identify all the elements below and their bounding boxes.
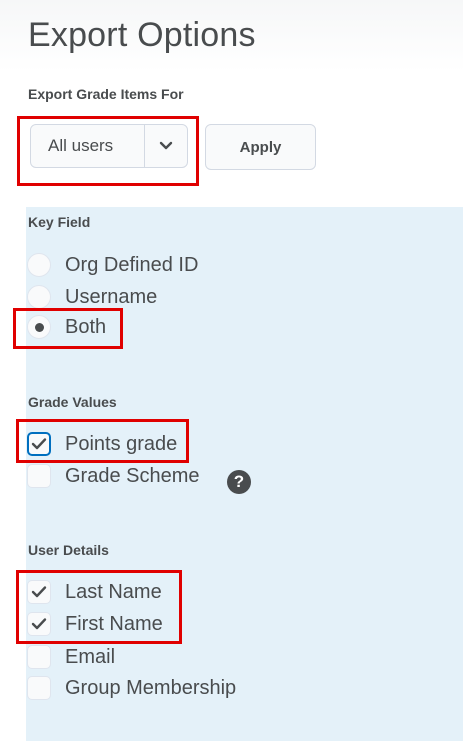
checkbox-label: Grade Scheme [65,464,200,487]
checkbox[interactable] [27,432,51,456]
checkmark-icon [31,586,47,598]
radio-both[interactable]: Both [27,313,106,341]
radio-selected-dot-icon [34,322,44,332]
checkbox-label: Last Name [65,580,162,603]
checkbox-group-membership[interactable]: Group Membership [27,674,236,702]
checkbox[interactable] [27,464,51,488]
checkmark-icon [31,438,47,450]
export-for-label: Export Grade Items For [28,86,184,102]
checkbox-email[interactable]: Email [27,643,115,671]
help-icon[interactable]: ? [227,470,251,494]
checkbox[interactable] [27,612,51,636]
checkbox-label: Group Membership [65,676,237,699]
key-field-label: Key Field [28,214,91,230]
export-for-select[interactable]: All users [30,124,188,168]
checkbox-grade-scheme[interactable]: Grade Scheme [27,462,200,490]
checkbox-first-name[interactable]: First Name [27,610,163,638]
checkbox-label: Points grade [65,432,178,455]
checkbox[interactable] [27,676,51,700]
radio-button[interactable] [27,315,51,339]
checkbox-label: First Name [65,612,163,635]
radio-username[interactable]: Username [27,283,157,311]
apply-button[interactable]: Apply [205,124,316,170]
radio-button[interactable] [27,253,51,277]
grade-values-label: Grade Values [28,394,117,410]
checkbox-points-grade[interactable]: Points grade [27,430,177,458]
radio-label: Org Defined ID [65,253,199,276]
user-details-label: User Details [28,542,109,558]
radio-label: Both [65,315,107,338]
chevron-down-icon [144,125,187,167]
checkmark-icon [31,618,47,630]
checkbox-label: Email [65,645,116,668]
radio-org-defined-id[interactable]: Org Defined ID [27,251,198,279]
radio-button[interactable] [27,285,51,309]
radio-label: Username [65,285,158,308]
checkbox[interactable] [27,645,51,669]
page-title: Export Options [28,16,256,54]
checkbox[interactable] [27,580,51,604]
checkbox-last-name[interactable]: Last Name [27,578,162,606]
export-for-selected-value: All users [48,136,114,155]
